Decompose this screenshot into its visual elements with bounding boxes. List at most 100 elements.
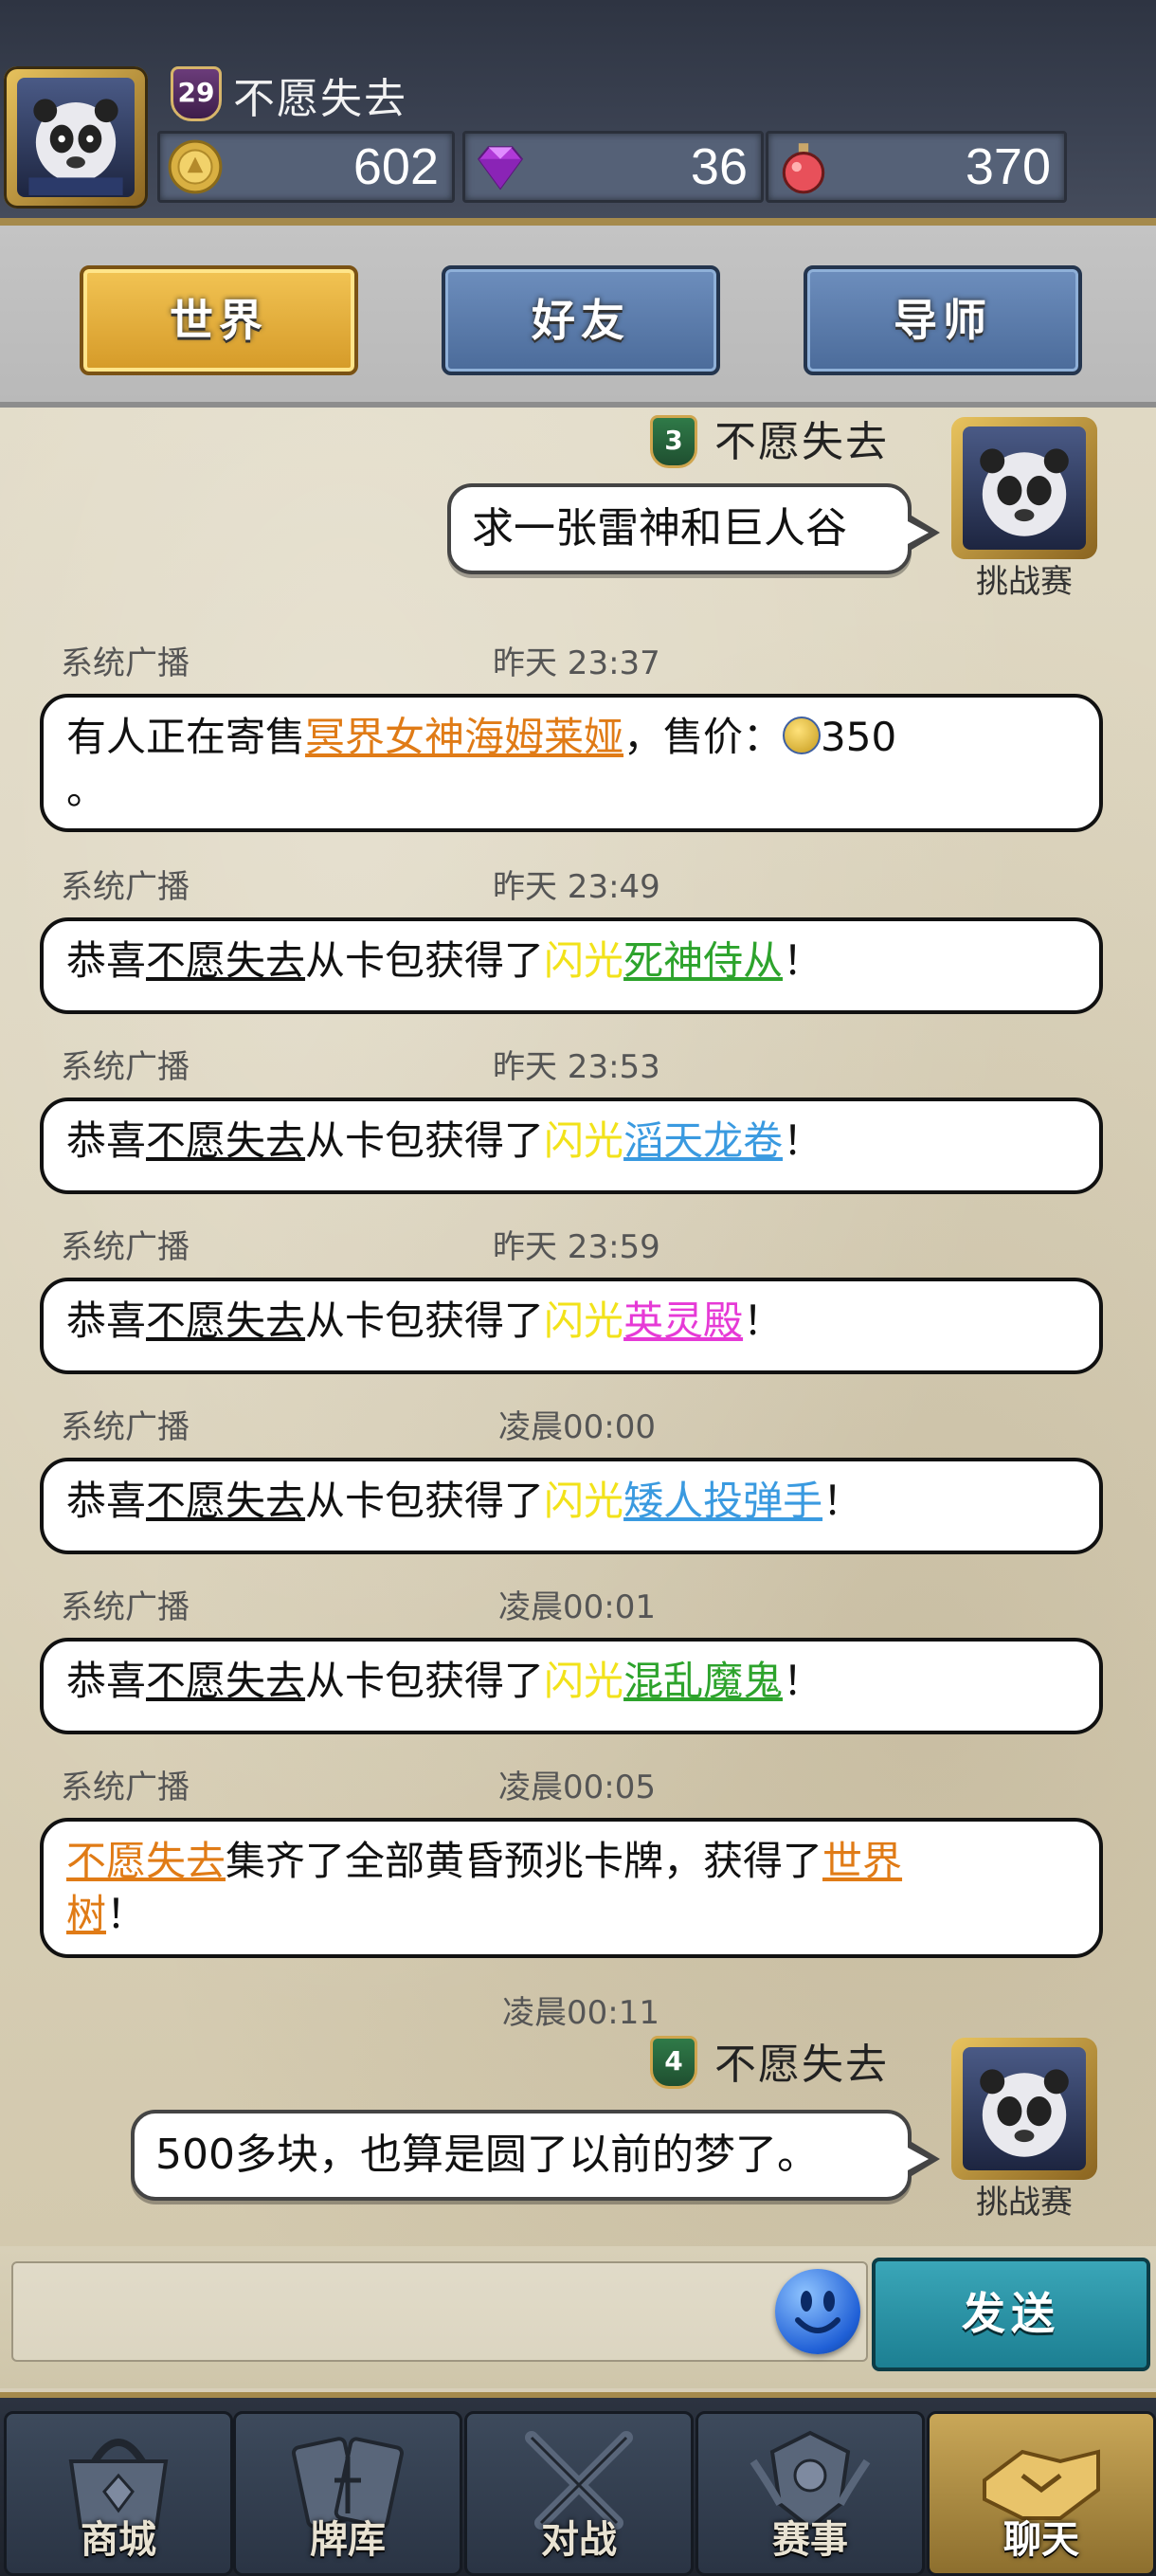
user-link[interactable]: 不愿失去: [146, 1478, 305, 1524]
gold-value: 602: [352, 138, 439, 195]
sender-level-badge: 3: [650, 415, 697, 468]
user-message-bubble: 500多块，也算是圆了以前的梦了。: [131, 2110, 912, 2201]
message-input[interactable]: [11, 2261, 868, 2362]
system-message-bubble: 恭喜不愿失去从卡包获得了闪光矮人投弹手！: [40, 1458, 1103, 1554]
message-text: 。: [66, 767, 107, 813]
card-link[interactable]: 英灵殿: [623, 1297, 743, 1344]
nav-label: 对战: [541, 2518, 617, 2562]
message-time: 昨天 23:59: [493, 1228, 660, 1266]
message-text: 恭喜: [66, 1658, 147, 1704]
system-message-bubble: 恭喜不愿失去从卡包获得了闪光滔天龙卷！: [40, 1098, 1103, 1194]
nav-events[interactable]: 赛事: [695, 2411, 925, 2576]
price-value: 350: [821, 714, 897, 760]
message-time: 凌晨00:01: [498, 1588, 656, 1626]
player-name: 不愿失去: [233, 75, 407, 123]
card-link[interactable]: 滔天龙卷: [623, 1117, 783, 1164]
user-link[interactable]: 不愿失去: [146, 1658, 305, 1704]
message-time: 凌晨00:00: [498, 1408, 656, 1446]
message-text: 500多块，也算是圆了以前的梦了。: [155, 2131, 819, 2179]
shine-label: 闪光: [544, 937, 624, 984]
user-message-bubble: 求一张雷神和巨人谷: [447, 483, 912, 574]
panda-avatar-icon: [980, 2069, 1069, 2157]
smiley-icon: [795, 2291, 840, 2333]
chat-log[interactable]: 3 不愿失去 挑战赛 求一张雷神和巨人谷 系统广播 昨天 23:37 有人正在寄…: [0, 408, 1156, 2256]
nav-deck[interactable]: 牌库: [233, 2411, 462, 2576]
card-link[interactable]: 混乱魔鬼: [623, 1658, 783, 1704]
bottom-navigation: 商城 牌库 对战 赛事 聊天: [0, 2392, 1156, 2576]
card-link[interactable]: 冥界女神海姆莱娅: [305, 714, 623, 760]
nav-label: 商城: [81, 2518, 156, 2562]
message-text: ，售价：: [623, 714, 784, 760]
message-text: 从卡包获得了: [305, 937, 545, 984]
card-link[interactable]: 死神侍从: [623, 937, 783, 984]
user-link[interactable]: 不愿失去: [66, 1838, 226, 1884]
shine-label: 闪光: [544, 1117, 624, 1164]
system-sender: 系统广播: [61, 1769, 190, 1806]
sender-name: 不愿失去: [714, 418, 889, 466]
system-sender: 系统广播: [61, 868, 190, 906]
message-text: 从卡包获得了: [305, 1117, 545, 1164]
message-input-row: 发送: [0, 2246, 1156, 2388]
potion-icon: [782, 143, 825, 194]
gold-coin-icon: [168, 139, 223, 194]
bubble-tail: [908, 2142, 940, 2176]
nav-label: 牌库: [310, 2518, 386, 2562]
user-link[interactable]: 不愿失去: [146, 937, 305, 984]
message-time: 昨天 23:37: [493, 644, 660, 682]
tab-world[interactable]: 世界: [80, 265, 358, 375]
potion-value: 370: [965, 138, 1051, 195]
system-sender: 系统广播: [61, 1048, 190, 1086]
top-bar: 29 不愿失去 602 36 370: [0, 0, 1156, 226]
sender-level-badge: 4: [650, 2036, 697, 2089]
message-text: 求一张雷神和巨人谷: [472, 504, 847, 553]
message-text: 恭喜: [66, 1478, 147, 1524]
system-message-bubble: 不愿失去集齐了全部黄昏预兆卡牌，获得了世界树！: [40, 1818, 1103, 1958]
nav-battle[interactable]: 对战: [464, 2411, 694, 2576]
message-text: ！: [783, 1658, 823, 1704]
send-button[interactable]: 发送: [872, 2258, 1150, 2371]
system-message-bubble: 恭喜不愿失去从卡包获得了闪光英灵殿！: [40, 1278, 1103, 1374]
message-text: 集齐了全部黄昏预兆卡牌，获得了: [226, 1838, 823, 1884]
sender-name: 不愿失去: [714, 2041, 889, 2089]
reward-link[interactable]: 世界: [822, 1838, 902, 1884]
panda-avatar-icon: [980, 448, 1069, 536]
nav-chat[interactable]: 聊天: [927, 2411, 1156, 2576]
message-text: ！: [783, 937, 823, 984]
gold-coin-icon: [783, 717, 822, 754]
player-avatar[interactable]: [4, 66, 148, 209]
user-link[interactable]: 不愿失去: [146, 1297, 305, 1344]
shine-label: 闪光: [544, 1658, 624, 1704]
user-link[interactable]: 不愿失去: [146, 1117, 305, 1164]
potion-counter: 370: [766, 131, 1067, 203]
panda-avatar-icon: [28, 99, 123, 195]
sender-avatar[interactable]: [951, 2038, 1097, 2180]
message-text: ！: [822, 1478, 863, 1524]
nav-shop[interactable]: 商城: [4, 2411, 233, 2576]
message-time: 凌晨00:11: [502, 1994, 659, 2032]
message-text: 从卡包获得了: [305, 1658, 545, 1704]
nav-label: 聊天: [1003, 2518, 1079, 2562]
shine-label: 闪光: [544, 1297, 624, 1344]
purple-gem-icon: [477, 146, 524, 190]
emoji-button[interactable]: [775, 2269, 860, 2354]
shine-label: 闪光: [544, 1478, 624, 1524]
tab-friends[interactable]: 好友: [442, 265, 720, 375]
card-link[interactable]: 矮人投弹手: [623, 1478, 822, 1524]
message-time: 昨天 23:49: [493, 868, 660, 906]
gold-counter: 602: [157, 131, 455, 203]
message-text: 恭喜: [66, 1117, 147, 1164]
message-text: ！: [743, 1297, 784, 1344]
message-text: 有人正在寄售: [66, 714, 306, 760]
system-sender: 系统广播: [61, 644, 190, 682]
reward-link[interactable]: 树: [66, 1891, 106, 1937]
sender-avatar[interactable]: [951, 417, 1097, 559]
system-sender: 系统广播: [61, 1588, 190, 1626]
tab-mentor[interactable]: 导师: [804, 265, 1082, 375]
gem-counter: 36: [462, 131, 764, 203]
gem-value: 36: [690, 138, 748, 195]
chat-channel-tabs: 世界 好友 导师: [0, 226, 1156, 408]
system-sender: 系统广播: [61, 1408, 190, 1446]
nav-label: 赛事: [772, 2518, 848, 2562]
system-sender: 系统广播: [61, 1228, 190, 1266]
message-text: ！: [106, 1891, 147, 1937]
